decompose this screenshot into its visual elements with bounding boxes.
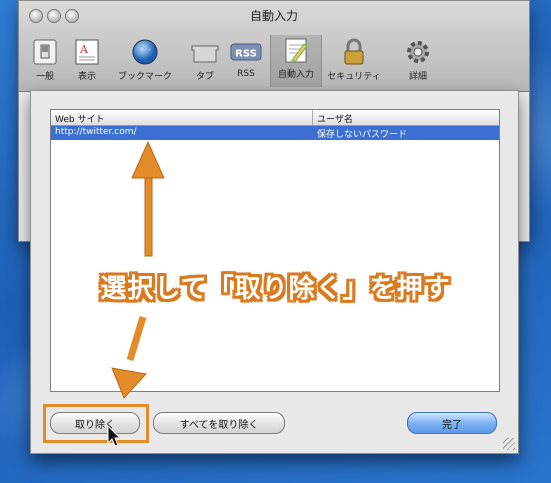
mouse-cursor-icon xyxy=(107,424,122,447)
arrow-down-annotation xyxy=(111,315,147,399)
arrow-up-annotation xyxy=(131,140,165,257)
annotation-text: 選択して「取り除く」を押す xyxy=(100,274,451,304)
annotation-layer xyxy=(107,140,165,447)
